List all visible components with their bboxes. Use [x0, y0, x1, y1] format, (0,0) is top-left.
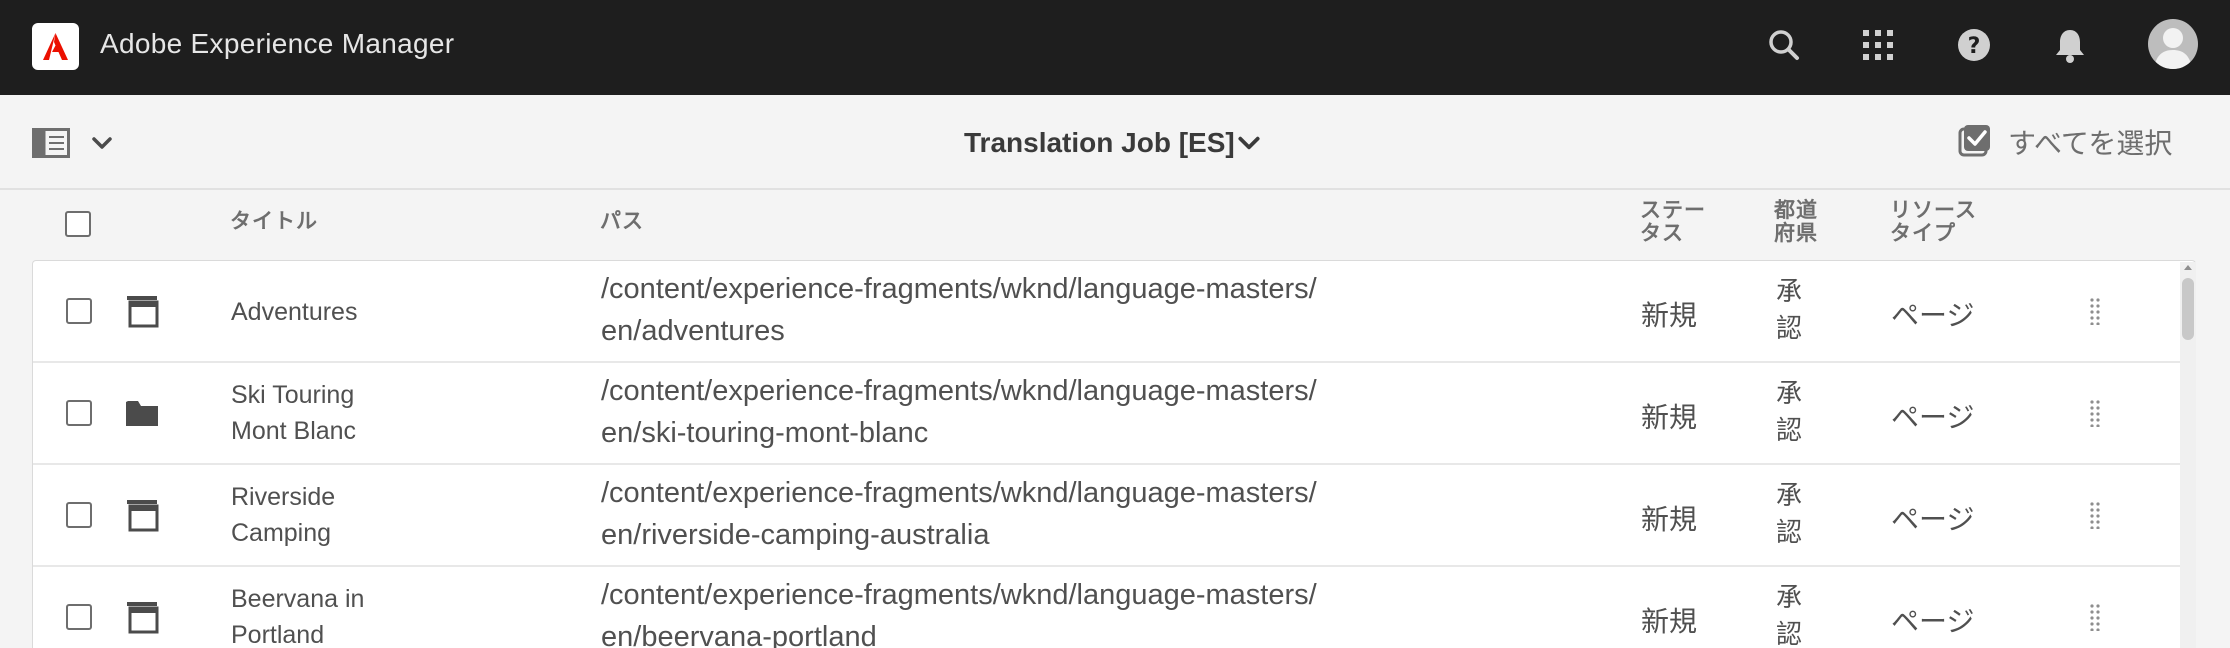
adobe-logo-icon[interactable]	[32, 23, 79, 70]
page-icon	[125, 294, 159, 333]
search-icon[interactable]	[1764, 25, 1804, 65]
user-avatar[interactable]	[2148, 19, 2198, 69]
table-row[interactable]: Ski Touring Mont Blanc /content/experien…	[33, 363, 2181, 465]
row-checkbox[interactable]	[66, 502, 92, 528]
row-status: 新規	[1641, 402, 1698, 433]
row-state: 承認	[1776, 276, 1803, 343]
checkbox-checked-icon	[1958, 123, 1992, 162]
row-state: 承認	[1776, 480, 1803, 547]
column-header-title[interactable]: タイトル	[230, 210, 318, 233]
row-checkbox[interactable]	[66, 400, 92, 426]
rail-toggle-icon[interactable]	[32, 128, 70, 163]
row-status: 新規	[1641, 504, 1698, 535]
job-title-chevron-down-icon[interactable]	[1236, 130, 1262, 161]
column-header-resource-type[interactable]: リソースタイプ	[1890, 199, 1990, 245]
column-header-status[interactable]: ステータス	[1640, 199, 1724, 245]
shell-header: Adobe Experience Manager ?	[0, 0, 2230, 95]
table-header: タイトル パス ステータス 都道府県 リソースタイプ	[0, 192, 2230, 260]
notifications-bell-icon[interactable]	[2050, 25, 2090, 65]
select-all-label: すべてを選択	[2008, 128, 2173, 159]
chevron-down-icon[interactable]	[90, 131, 114, 160]
help-icon[interactable]: ?	[1954, 25, 1994, 65]
app-title[interactable]: Adobe Experience Manager	[100, 28, 454, 60]
table-row[interactable]: Riverside Camping /content/experience-fr…	[33, 465, 2181, 567]
row-title[interactable]: Riverside Camping	[231, 479, 411, 551]
table-row[interactable]: Beervana in Portland /content/experience…	[33, 567, 2181, 648]
table-row[interactable]: Adventures /content/experience-fragments…	[33, 261, 2181, 363]
row-state: 承認	[1776, 582, 1803, 648]
row-status: 新規	[1641, 300, 1698, 331]
drag-handle-icon[interactable]	[2089, 501, 2101, 534]
apps-grid-icon[interactable]	[1858, 25, 1898, 65]
action-bar: Translation Job [ES] すべてを選択	[0, 95, 2230, 190]
row-checkbox[interactable]	[66, 298, 92, 324]
row-title[interactable]: Beervana in Portland	[231, 581, 411, 648]
select-all-button[interactable]: すべてを選択	[1958, 122, 2172, 162]
row-checkbox[interactable]	[66, 604, 92, 630]
row-resource-type: ページ	[1891, 504, 1975, 535]
row-status: 新規	[1641, 606, 1698, 637]
folder-icon	[125, 398, 159, 433]
row-resource-type: ページ	[1891, 300, 1975, 331]
row-path: /content/experience-fragments/wknd/langu…	[601, 273, 1317, 347]
row-state: 承認	[1776, 378, 1803, 445]
header-select-checkbox[interactable]	[65, 211, 91, 237]
drag-handle-icon[interactable]	[2089, 399, 2101, 432]
row-resource-type: ページ	[1891, 402, 1975, 433]
row-resource-type: ページ	[1891, 606, 1975, 637]
scrollbar-thumb[interactable]	[2182, 278, 2194, 340]
drag-handle-icon[interactable]	[2089, 297, 2101, 330]
row-path: /content/experience-fragments/wknd/langu…	[601, 579, 1317, 648]
page-icon	[125, 498, 159, 537]
column-header-path[interactable]: パス	[600, 210, 644, 233]
row-title[interactable]: Ski Touring Mont Blanc	[231, 377, 411, 449]
job-title[interactable]: Translation Job [ES]	[964, 127, 1235, 159]
drag-handle-icon[interactable]	[2089, 603, 2101, 636]
row-title[interactable]: Adventures	[231, 294, 411, 330]
table-body: Adventures /content/experience-fragments…	[32, 260, 2196, 648]
page-icon	[125, 600, 159, 639]
row-path: /content/experience-fragments/wknd/langu…	[601, 375, 1317, 449]
row-path: /content/experience-fragments/wknd/langu…	[601, 477, 1317, 551]
column-header-state[interactable]: 都道府県	[1774, 199, 1826, 245]
scroll-up-arrow-icon[interactable]	[2184, 265, 2192, 270]
svg-text:?: ?	[1968, 34, 1981, 59]
